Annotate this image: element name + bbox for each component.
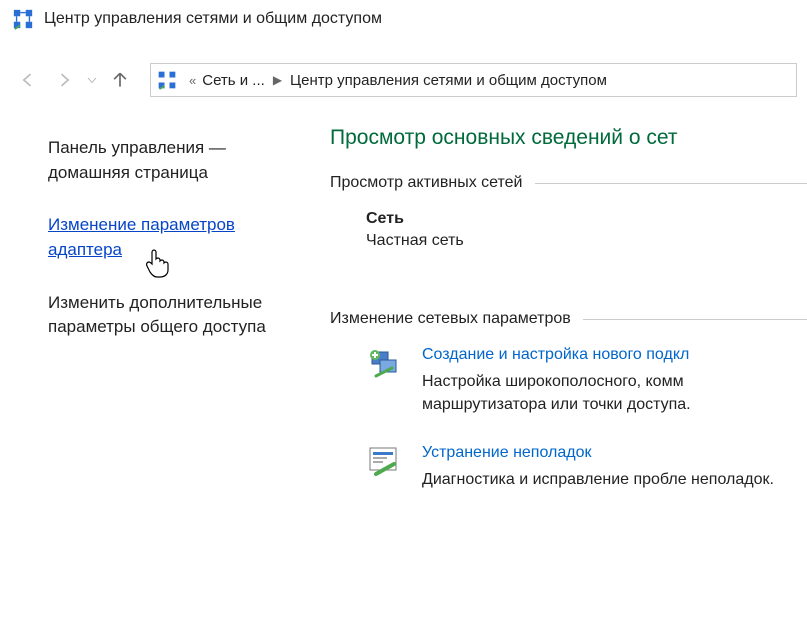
chevron-right-icon[interactable]: ▶: [265, 73, 290, 87]
network-center-icon: [12, 8, 34, 30]
section-label-text: Изменение сетевых параметров: [330, 310, 571, 328]
action-create-connection: Создание и настройка нового подкл Настро…: [330, 346, 807, 416]
divider: [583, 319, 807, 320]
section-change-settings: Изменение сетевых параметров: [330, 310, 807, 328]
back-button[interactable]: [10, 62, 46, 98]
section-active-networks: Просмотр активных сетей: [330, 174, 807, 192]
active-network-block: Сеть Частная сеть: [330, 210, 807, 250]
section-label-text: Просмотр активных сетей: [330, 174, 523, 192]
sidebar-link-adapter-settings[interactable]: Изменение параметров адаптера: [48, 213, 300, 262]
breadcrumb[interactable]: « Сеть и ... ▶ Центр управления сетями и…: [150, 63, 797, 97]
action-troubleshoot-title[interactable]: Устранение неполадок: [422, 444, 807, 462]
action-create-desc: Настройка широкополосного, комм маршрути…: [422, 370, 807, 416]
main-panel: Просмотр основных сведений о сет Просмот…: [330, 126, 807, 520]
breadcrumb-item-network[interactable]: Сеть и ...: [202, 72, 265, 89]
action-troubleshoot: Устранение неполадок Диагностика и испра…: [330, 444, 807, 491]
create-connection-icon: [366, 346, 402, 382]
nav-toolbar: « Сеть и ... ▶ Центр управления сетями и…: [0, 56, 807, 104]
breadcrumb-item-center[interactable]: Центр управления сетями и общим доступом: [290, 72, 607, 89]
divider: [535, 183, 807, 184]
action-troubleshoot-desc: Диагностика и исправление пробле неполад…: [422, 468, 807, 491]
up-button[interactable]: [102, 62, 138, 98]
sidebar-link-home[interactable]: Панель управления — домашняя страница: [48, 136, 300, 185]
forward-button[interactable]: [46, 62, 82, 98]
recent-locations-button[interactable]: [82, 62, 102, 98]
action-create-title[interactable]: Создание и настройка нового подкл: [422, 346, 807, 364]
troubleshoot-icon: [366, 444, 402, 480]
network-center-icon: [157, 70, 177, 90]
title-bar: Центр управления сетями и общим доступом: [0, 0, 807, 38]
breadcrumb-ellipsis[interactable]: «: [183, 73, 202, 88]
page-heading: Просмотр основных сведений о сет: [330, 126, 807, 150]
sidebar: Панель управления — домашняя страница Из…: [0, 126, 330, 520]
window-title: Центр управления сетями и общим доступом: [44, 10, 382, 28]
network-type: Частная сеть: [366, 232, 807, 250]
content-area: Панель управления — домашняя страница Из…: [0, 104, 807, 520]
network-name: Сеть: [366, 210, 807, 228]
sidebar-link-advanced-sharing[interactable]: Изменить дополнительные параметры общего…: [48, 291, 300, 340]
